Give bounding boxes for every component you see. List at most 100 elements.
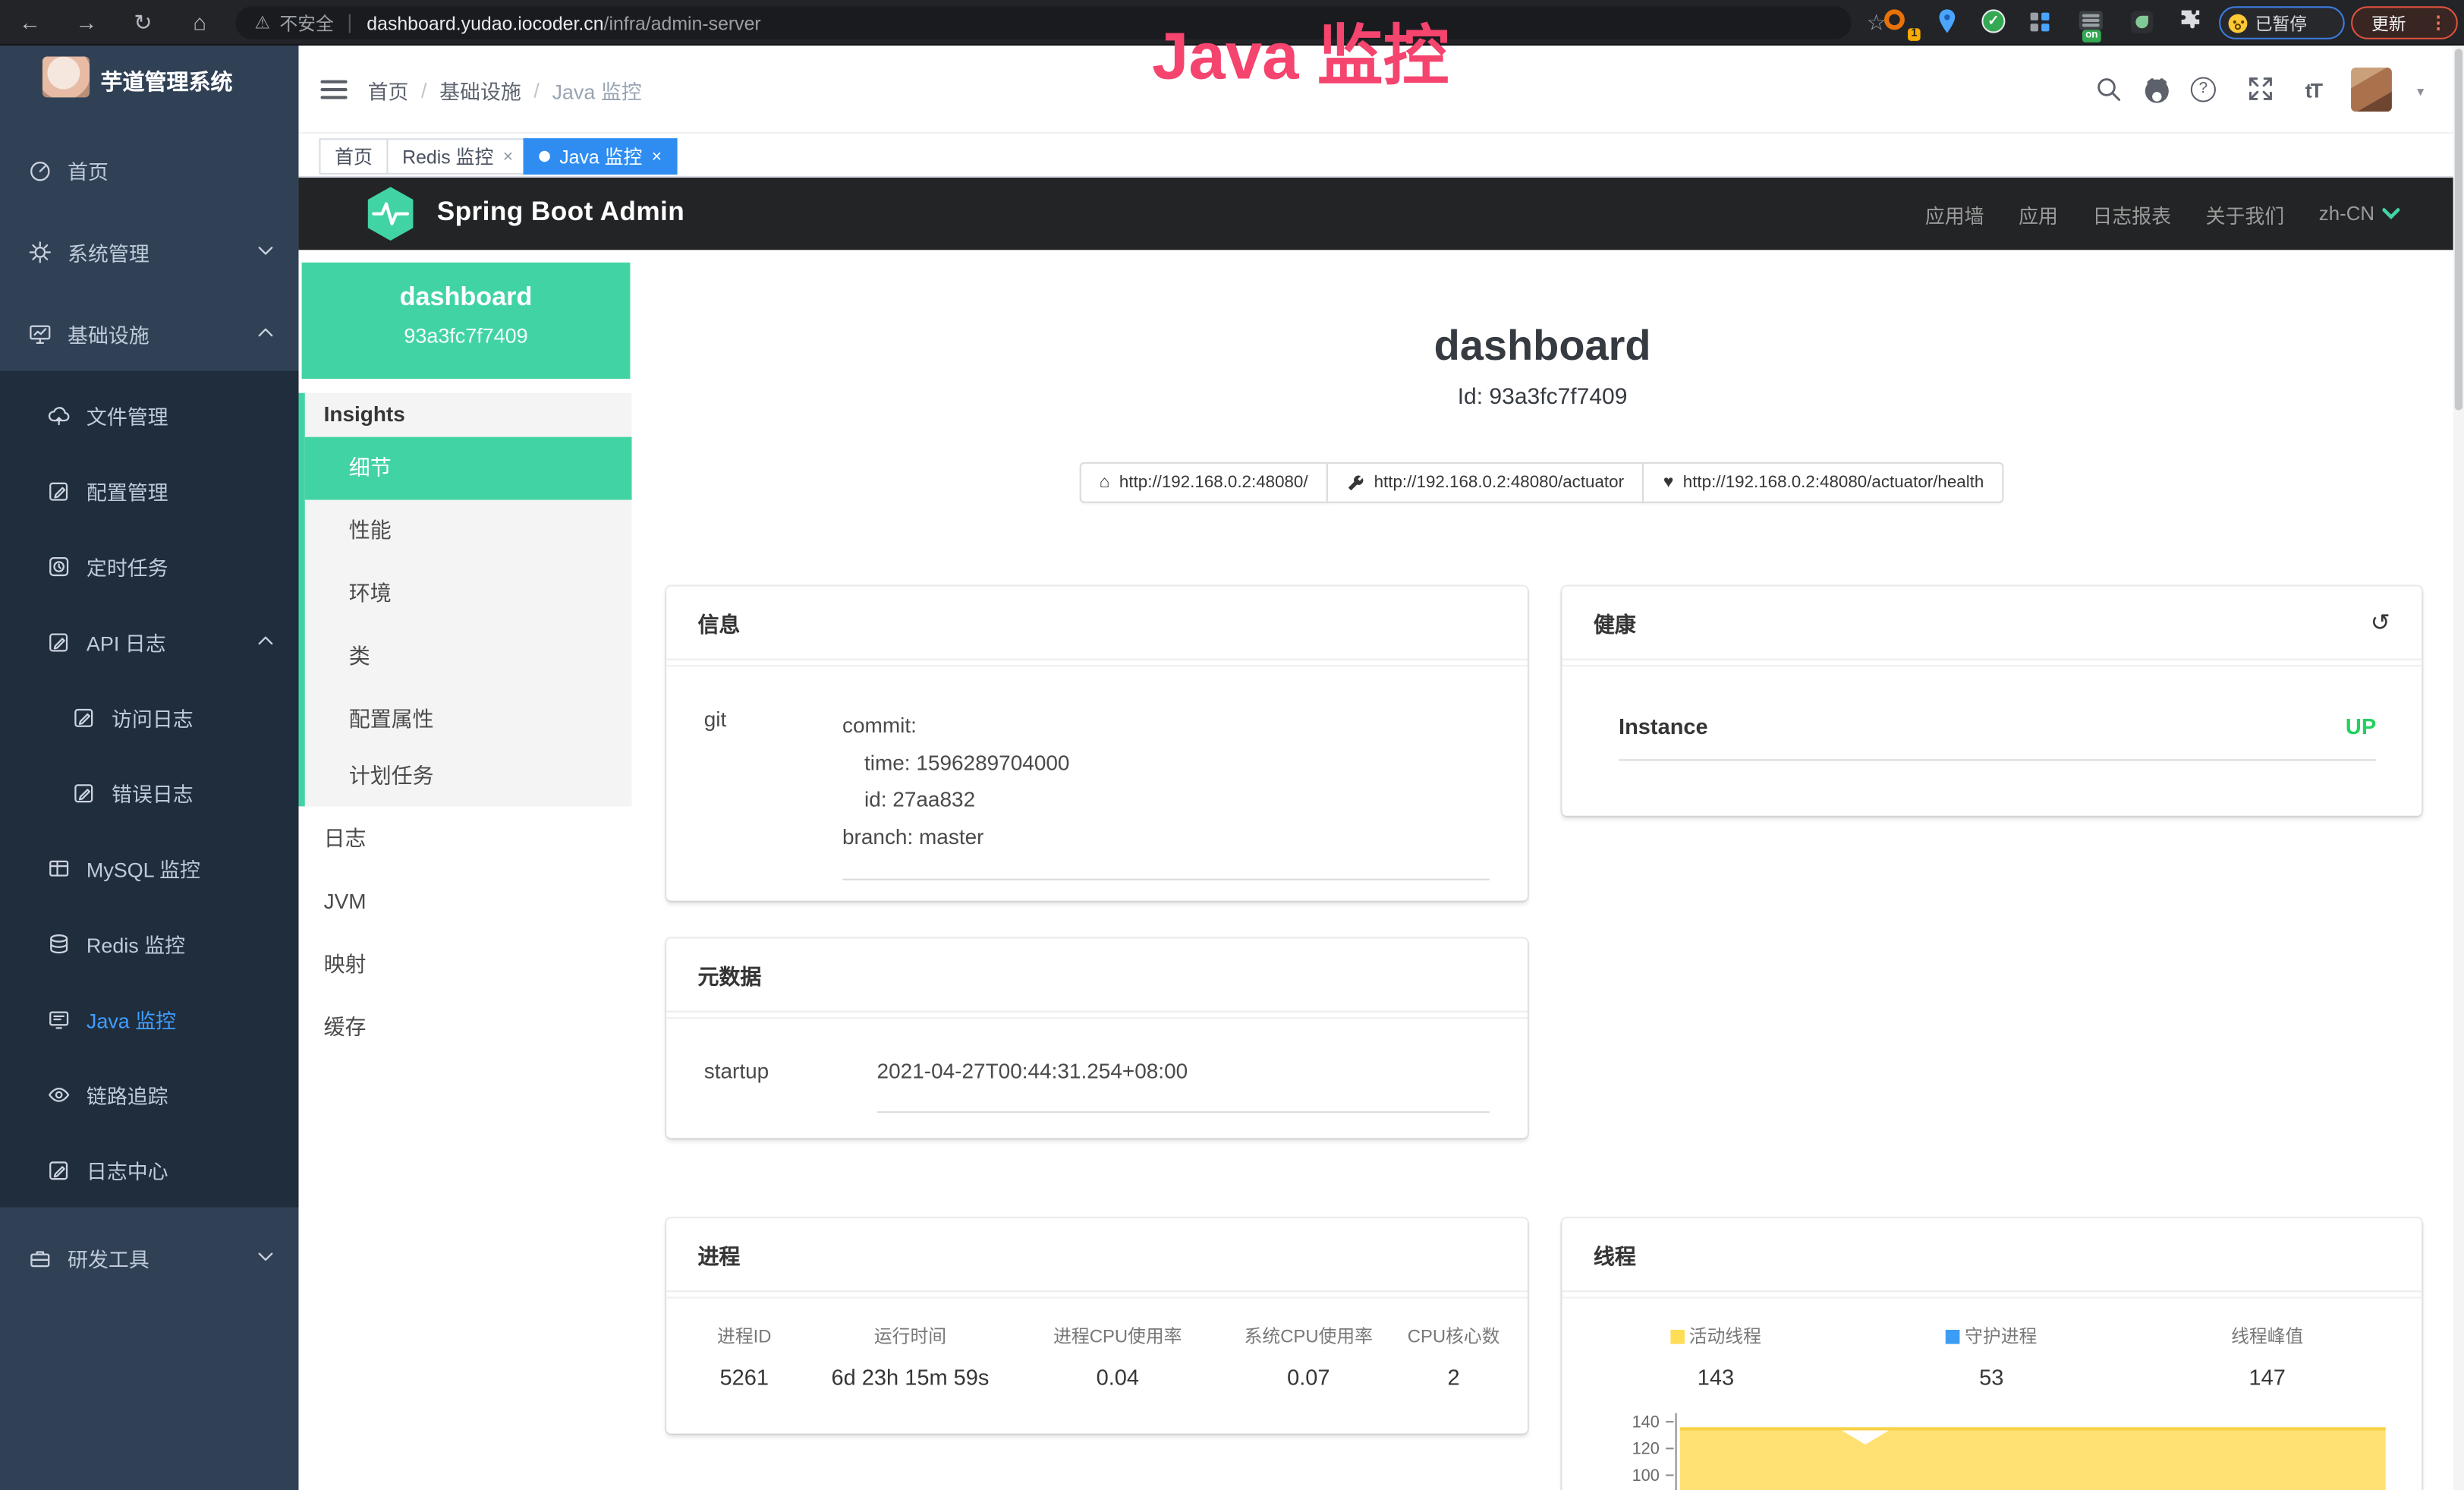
monitor-chart-icon: [28, 321, 52, 345]
info-git-row: git commit: time: 1596289704000 id: 27aa…: [666, 666, 1528, 880]
sidebar-item-api-logs[interactable]: API 日志: [0, 603, 298, 679]
tab-redis-monitor[interactable]: Redis 监控 ×: [386, 138, 528, 175]
insights-section: Insights 细节 性能 环境 类 配置属性 计划任务: [298, 393, 631, 807]
sidebar-item-system[interactable]: 系统管理: [0, 214, 298, 289]
thread-stats: 活动线程 143 守护进程 53 线程峰值 147: [1562, 1299, 2422, 1390]
sidebar-item-scheduled-jobs[interactable]: 定时任务: [0, 528, 298, 603]
breadcrumb-current: Java 监控: [552, 74, 641, 104]
menu-dots-icon[interactable]: ⋮: [2430, 13, 2447, 33]
card-title: 线程: [1594, 1239, 1636, 1270]
instance-id-line: Id: 93a3fc7f7409: [632, 385, 2453, 410]
font-size-icon[interactable]: tT: [2298, 75, 2329, 106]
caret-down-icon[interactable]: ▾: [2417, 83, 2424, 101]
active-dot: [539, 151, 549, 162]
sidebar: 芋道管理系统 首页 系统管理 基础设施 文件管理 配置管理 定时任务: [0, 46, 298, 1490]
sidebar-item-dev-tools[interactable]: 研发工具: [0, 1220, 298, 1295]
menu-item-details[interactable]: 细节: [305, 437, 632, 500]
screen: ← → ↻ ⌂ ⚠ 不安全 dashboard.yudao.iocoder.cn…: [0, 0, 2464, 1490]
briefcase-icon: [28, 1246, 52, 1269]
info-card: 信息 git commit: time: 1596289704000 id: 2…: [666, 586, 1528, 900]
tab-bar: 首页 Redis 监控 × Java 监控 ×: [298, 134, 2464, 178]
menu-item-jvm[interactable]: JVM: [298, 871, 631, 934]
tab-home[interactable]: 首页: [319, 138, 388, 175]
service-url-button[interactable]: ⌂ http://192.168.0.2:48080/: [1079, 462, 1329, 503]
security-warning-icon: ⚠: [254, 13, 269, 33]
extensions-puzzle-icon[interactable]: [2178, 8, 2209, 37]
annotation-java-monitor: Java 监控: [1152, 3, 1449, 99]
menu-item-caches[interactable]: 缓存: [298, 997, 631, 1060]
breadcrumb-infrastructure[interactable]: 基础设施: [439, 74, 521, 104]
avatar[interactable]: [2351, 68, 2392, 112]
gear-icon: [28, 240, 52, 263]
menu-item-config-props[interactable]: 配置属性: [305, 688, 632, 751]
github-icon[interactable]: [2141, 75, 2172, 106]
menu-item-classes[interactable]: 类: [305, 625, 632, 688]
sidebar-item-config-management[interactable]: 配置管理: [0, 452, 298, 528]
home-icon[interactable]: ⌂: [182, 0, 217, 46]
history-icon[interactable]: ↺: [2371, 608, 2390, 636]
card-title: 信息: [697, 606, 740, 638]
nav-wallboard[interactable]: 应用墙: [1925, 199, 1984, 228]
sidebar-item-tracing[interactable]: 链路追踪: [0, 1057, 298, 1132]
sidebar-item-infrastructure[interactable]: 基础设施: [0, 295, 298, 370]
reload-icon[interactable]: ↻: [126, 0, 161, 46]
instance-header[interactable]: dashboard 93a3fc7f7409: [302, 263, 631, 379]
sba-brand[interactable]: Spring Boot Admin: [437, 197, 684, 228]
forward-icon[interactable]: →: [69, 0, 104, 46]
extension-check-icon[interactable]: ✓: [1981, 8, 2012, 37]
extension-pin-icon[interactable]: [1934, 8, 1965, 37]
health-url-button[interactable]: ♥ http://192.168.0.2:48080/actuator/heal…: [1643, 462, 2004, 503]
menu-item-environment[interactable]: 环境: [305, 562, 632, 625]
extension-on-icon[interactable]: on: [2079, 8, 2110, 37]
nav-about[interactable]: 关于我们: [2206, 199, 2285, 228]
actuator-url-button[interactable]: http://192.168.0.2:48080/actuator: [1326, 462, 1644, 503]
fullscreen-icon[interactable]: [2244, 75, 2275, 106]
live-threads-swatch: [1670, 1329, 1685, 1344]
scrollbar-thumb[interactable]: [2455, 49, 2462, 410]
health-instance-row[interactable]: Instance UP: [1619, 713, 2376, 761]
home-icon: ⌂: [1100, 473, 1110, 492]
menu-item-scheduled-tasks[interactable]: 计划任务: [305, 751, 632, 806]
breadcrumb-home[interactable]: 首页: [368, 74, 409, 104]
scrollbar[interactable]: [2453, 46, 2464, 1490]
help-icon[interactable]: ?: [2191, 75, 2222, 106]
card-title: 元数据: [697, 959, 761, 990]
sidebar-item-error-logs[interactable]: 错误日志: [0, 754, 298, 830]
log-icon: [47, 1158, 71, 1181]
search-icon[interactable]: [2093, 75, 2124, 106]
process-card: 进程 进程ID 运行时间 进程CPU使用率 系统CPU使用率 CPU核心数 52…: [666, 1218, 1528, 1434]
sidebar-item-access-logs[interactable]: 访问日志: [0, 679, 298, 754]
sidebar-item-file-management[interactable]: 文件管理: [0, 377, 298, 452]
close-icon[interactable]: ×: [652, 147, 662, 166]
extension-leaf-icon[interactable]: [2131, 8, 2162, 37]
section-title: Insights: [305, 393, 632, 437]
collapse-menu-icon[interactable]: [320, 80, 347, 101]
extension-orange-icon[interactable]: 1: [1884, 8, 1915, 37]
log-icon: [47, 629, 71, 653]
tab-java-monitor[interactable]: Java 监控 ×: [524, 138, 678, 175]
update-button[interactable]: 更新 ⋮: [2351, 6, 2458, 39]
wrench-icon: [1347, 474, 1364, 491]
back-icon[interactable]: ←: [13, 0, 48, 46]
sidebar-item-mysql-monitor[interactable]: MySQL 监控: [0, 830, 298, 905]
menu-item-mappings[interactable]: 映射: [298, 934, 631, 997]
metadata-card: 元数据 startup 2021-04-27T00:44:31.254+08:0…: [666, 938, 1528, 1138]
nav-applications[interactable]: 应用: [2019, 199, 2058, 228]
extension-grid-icon[interactable]: [2031, 8, 2062, 37]
eye-icon: [47, 1082, 71, 1106]
menu-item-metrics[interactable]: 性能: [305, 500, 632, 563]
on-badge: on: [2082, 30, 2101, 43]
metadata-startup-row: startup 2021-04-27T00:44:31.254+08:00: [666, 1019, 1528, 1113]
paused-badge[interactable]: 已暂停: [2219, 6, 2345, 39]
nav-journal[interactable]: 日志报表: [2093, 199, 2172, 228]
card-title: 健康: [1594, 606, 1636, 638]
sidebar-item-java-monitor[interactable]: Java 监控: [0, 981, 298, 1056]
locale-select[interactable]: zh-CN: [2319, 203, 2399, 225]
close-icon[interactable]: ×: [503, 147, 513, 166]
sidebar-item-redis-monitor[interactable]: Redis 监控: [0, 906, 298, 981]
sidebar-item-home[interactable]: 首页: [0, 132, 298, 207]
health-card: 健康 ↺ Instance UP: [1562, 586, 2422, 815]
sidebar-item-log-center[interactable]: 日志中心: [0, 1132, 298, 1207]
menu-item-logs[interactable]: 日志: [298, 808, 631, 871]
address-bar[interactable]: ⚠ 不安全 dashboard.yudao.iocoder.cn/infra/a…: [236, 6, 1852, 39]
